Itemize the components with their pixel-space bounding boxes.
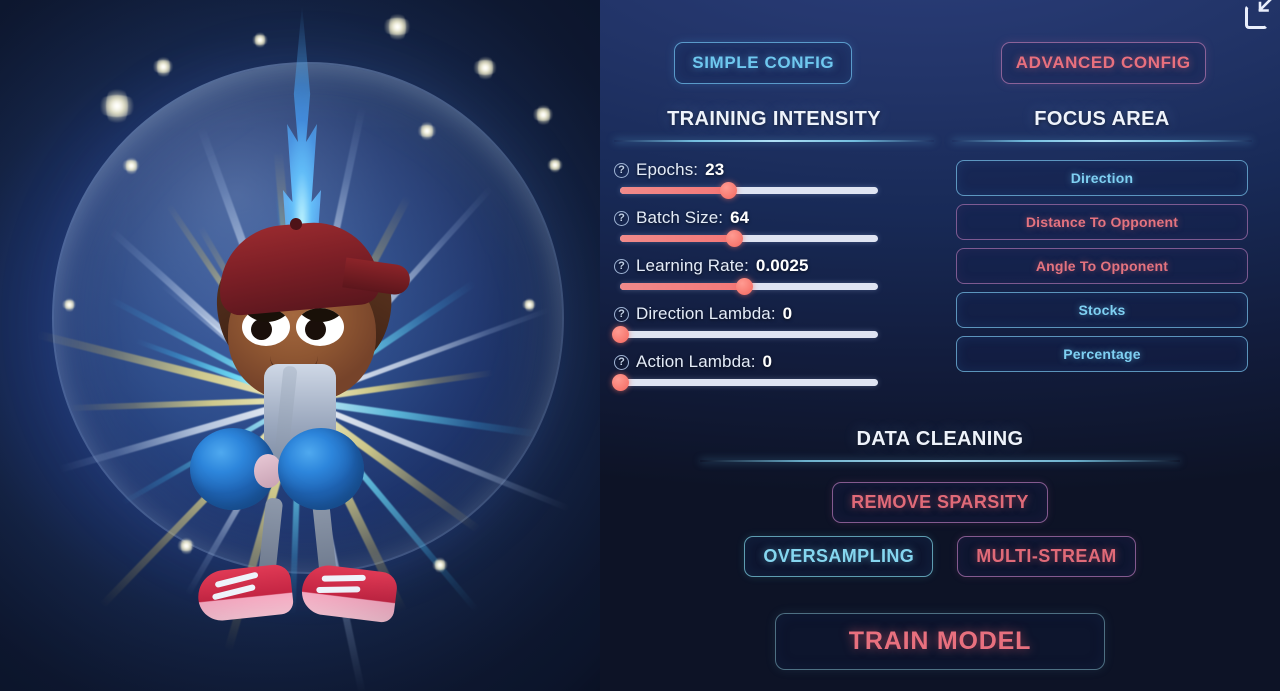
character-sprite bbox=[166, 216, 434, 656]
training-intensity-title: TRAINING INTENSITY bbox=[667, 108, 881, 130]
spark-glint bbox=[180, 534, 192, 557]
help-icon[interactable]: ? bbox=[614, 306, 629, 322]
multi-stream-button[interactable]: MULTI-STREAM bbox=[957, 536, 1136, 577]
tab-advanced-config[interactable]: ADVANCED CONFIG bbox=[1000, 42, 1206, 84]
help-icon[interactable]: ? bbox=[614, 210, 629, 226]
slider-value: 0.0025 bbox=[755, 256, 809, 275]
slider-label-text: Action Lambda: bbox=[636, 352, 756, 371]
spark-glint bbox=[64, 295, 74, 314]
focus-area-list[interactable]: Direction Distance To Opponent Angle To … bbox=[952, 160, 1252, 392]
slider-label-text: Batch Size: bbox=[636, 208, 724, 227]
focus-area-section: FOCUS AREA Direction Distance To Opponen… bbox=[952, 108, 1252, 400]
slider-thumb[interactable] bbox=[612, 326, 629, 343]
slider-value: 0 bbox=[782, 304, 793, 323]
focus-option-direction[interactable]: Direction bbox=[956, 160, 1248, 196]
slider-track-direction-lambda[interactable] bbox=[612, 326, 878, 343]
slider-label-text: Direction Lambda: bbox=[636, 304, 776, 323]
exit-fullscreen-icon[interactable] bbox=[1242, 0, 1272, 32]
spark-glint bbox=[388, 9, 406, 44]
focus-option-stocks[interactable]: Stocks bbox=[956, 292, 1248, 328]
config-mode-tabs: SIMPLE CONFIG ADVANCED CONFIG bbox=[600, 42, 1280, 84]
data-cleaning-title: DATA CLEANING bbox=[856, 428, 1024, 450]
character-preview bbox=[0, 0, 600, 691]
focus-area-title: FOCUS AREA bbox=[1034, 108, 1170, 130]
help-icon[interactable]: ? bbox=[614, 162, 629, 178]
help-icon[interactable]: ? bbox=[614, 354, 629, 370]
tab-simple-config[interactable]: SIMPLE CONFIG bbox=[674, 42, 853, 84]
section-divider bbox=[700, 460, 1180, 462]
help-icon[interactable]: ? bbox=[614, 258, 629, 274]
slider-label-text: Epochs: bbox=[636, 160, 699, 179]
spark-glint bbox=[550, 155, 560, 175]
section-divider bbox=[952, 140, 1252, 142]
slider-thumb[interactable] bbox=[735, 278, 753, 295]
slider-fill bbox=[620, 187, 729, 194]
slider-track-epochs[interactable] bbox=[620, 182, 878, 199]
train-model-button[interactable]: TRAIN MODEL bbox=[775, 613, 1105, 670]
slider-epochs: ? Epochs: 23 bbox=[614, 160, 934, 199]
slider-fill bbox=[620, 283, 744, 290]
spark-glint bbox=[156, 53, 170, 80]
slider-batch-size: ? Batch Size: 64 bbox=[614, 208, 934, 247]
spark-glint bbox=[125, 154, 137, 177]
slider-thumb[interactable] bbox=[725, 230, 743, 247]
slider-thumb[interactable] bbox=[612, 374, 629, 391]
oversampling-button[interactable]: OVERSAMPLING bbox=[744, 536, 934, 577]
slider-value: 23 bbox=[705, 160, 725, 179]
section-divider bbox=[614, 140, 934, 142]
train-action-area: TRAIN MODEL bbox=[600, 613, 1280, 670]
data-cleaning-row-1: REMOVE SPARSITY bbox=[700, 482, 1180, 523]
sneaker-right bbox=[299, 562, 399, 624]
training-intensity-section: TRAINING INTENSITY ? Epochs: 23 ? Batch … bbox=[612, 108, 934, 400]
boxing-glove-right bbox=[278, 428, 364, 510]
spark-glint bbox=[477, 52, 493, 83]
sneaker-stripe bbox=[316, 586, 361, 594]
config-columns: TRAINING INTENSITY ? Epochs: 23 ? Batch … bbox=[600, 108, 1280, 400]
slider-track-action-lambda[interactable] bbox=[612, 374, 878, 391]
spark-glint bbox=[524, 295, 534, 314]
slider-value: 64 bbox=[730, 208, 750, 227]
focus-option-percentage[interactable]: Percentage bbox=[956, 336, 1248, 372]
slider-action-lambda: ? Action Lambda: 0 bbox=[612, 352, 934, 391]
slider-learning-rate: ? Learning Rate: 0.0025 bbox=[614, 256, 934, 295]
slider-thumb[interactable] bbox=[720, 182, 738, 199]
focus-option-angle-to-opponent[interactable]: Angle To Opponent bbox=[956, 248, 1248, 284]
data-cleaning-section: DATA CLEANING REMOVE SPARSITY OVERSAMPLI… bbox=[700, 428, 1180, 590]
focus-option-distance-to-opponent[interactable]: Distance To Opponent bbox=[956, 204, 1248, 240]
eye-right bbox=[296, 308, 344, 346]
spark-glint bbox=[536, 101, 550, 128]
spark-glint bbox=[435, 555, 445, 575]
slider-fill bbox=[620, 235, 734, 242]
sneaker-stripe bbox=[321, 574, 366, 582]
config-panel: SIMPLE CONFIG ADVANCED CONFIG TRAINING I… bbox=[600, 0, 1280, 691]
slider-track-learning-rate[interactable] bbox=[620, 278, 878, 295]
data-cleaning-row-2: OVERSAMPLING MULTI-STREAM bbox=[700, 536, 1180, 577]
slider-direction-lambda: ? Direction Lambda: 0 bbox=[612, 304, 934, 343]
slider-track-batch-size[interactable] bbox=[620, 230, 878, 247]
app-stage: SIMPLE CONFIG ADVANCED CONFIG TRAINING I… bbox=[0, 0, 1280, 691]
sneaker-left bbox=[195, 563, 295, 623]
spark-glint bbox=[106, 84, 128, 128]
spark-glint bbox=[255, 30, 265, 50]
arrow-down-left-glyph bbox=[1258, 0, 1272, 12]
spark-glint bbox=[421, 119, 433, 143]
slider-value: 0 bbox=[762, 352, 773, 371]
remove-sparsity-button[interactable]: REMOVE SPARSITY bbox=[832, 482, 1048, 523]
slider-label-text: Learning Rate: bbox=[636, 256, 749, 275]
